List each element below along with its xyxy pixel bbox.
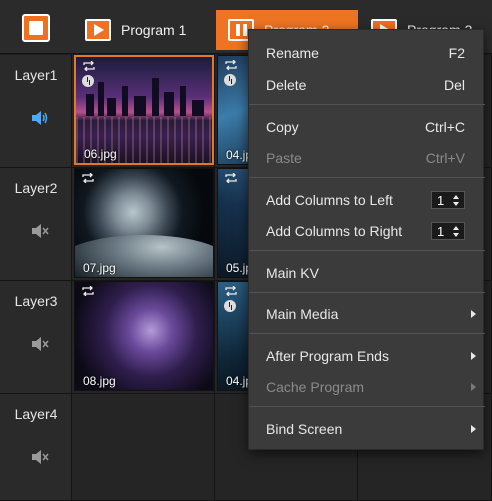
- spinbox-value: 1: [437, 224, 445, 239]
- loop-icon: [82, 286, 94, 296]
- menu-item-add-columns-left[interactable]: Add Columns to Left 1: [249, 185, 485, 215]
- menu-item-shortcut: Del: [443, 77, 465, 93]
- layer-row-2-header[interactable]: Layer2: [0, 168, 72, 281]
- stop-button[interactable]: [22, 14, 50, 42]
- layer-row-3-header[interactable]: Layer3: [0, 281, 72, 394]
- layer-3-cell-1[interactable]: 08.jpg: [72, 281, 215, 394]
- submenu-arrow-icon: [471, 310, 476, 318]
- menu-item-label: Bind Screen: [266, 421, 343, 437]
- menu-item-label: Main KV: [266, 265, 319, 281]
- spin-up-icon[interactable]: [453, 226, 459, 230]
- clip-name: 08.jpg: [83, 374, 116, 388]
- volume-on-icon[interactable]: [31, 111, 49, 125]
- clip-thumbnail[interactable]: 06.jpg: [74, 55, 214, 165]
- menu-item-bind-screen[interactable]: Bind Screen: [249, 414, 485, 444]
- menu-item-main-media[interactable]: Main Media: [249, 299, 485, 329]
- menu-item-label: Main Media: [266, 306, 339, 322]
- tab-program-1[interactable]: Program 1: [73, 10, 215, 50]
- clip-name: 07.jpg: [83, 261, 116, 275]
- layer-4-cell-1[interactable]: [72, 394, 215, 501]
- menu-item-add-columns-right[interactable]: Add Columns to Right 1: [249, 216, 485, 246]
- spinbox-value: 1: [437, 193, 445, 208]
- layer-row-4-header[interactable]: Layer4: [0, 394, 72, 501]
- menu-separator: [249, 292, 485, 293]
- menu-item-shortcut: Ctrl+V: [425, 150, 465, 166]
- loop-icon: [225, 60, 237, 70]
- columns-right-spinbox[interactable]: 1: [431, 222, 465, 240]
- layer-1-cell-1[interactable]: 06.jpg: [72, 55, 215, 168]
- menu-item-label: Delete: [266, 77, 307, 93]
- menu-item-label: Rename: [266, 45, 319, 61]
- menu-separator: [249, 406, 485, 407]
- menu-item-cache-program: Cache Program: [249, 372, 485, 402]
- menu-item-copy[interactable]: Copy Ctrl+C: [249, 112, 485, 142]
- clip-thumbnail[interactable]: 08.jpg: [74, 281, 214, 391]
- clock-icon: [224, 300, 236, 312]
- menu-separator: [249, 177, 485, 178]
- stop-icon: [29, 21, 43, 35]
- play-icon: [85, 19, 111, 41]
- layer-name: Layer4: [14, 406, 58, 422]
- clock-icon: [224, 74, 236, 86]
- layer-name: Layer3: [14, 293, 58, 309]
- menu-item-delete[interactable]: Delete Del: [249, 70, 485, 100]
- loop-icon: [225, 173, 237, 183]
- menu-item-label: Add Columns to Left: [266, 192, 393, 208]
- menu-item-label: Add Columns to Right: [266, 223, 403, 239]
- clip-thumbnail[interactable]: 07.jpg: [74, 168, 214, 278]
- columns-left-spinbox[interactable]: 1: [431, 191, 465, 209]
- tab-label: Program 1: [121, 22, 187, 38]
- menu-item-rename[interactable]: Rename F2: [249, 38, 485, 68]
- menu-separator: [249, 333, 485, 334]
- menu-item-shortcut: F2: [448, 45, 465, 61]
- layer-name: Layer1: [14, 67, 58, 83]
- loop-icon: [83, 61, 95, 71]
- layer-row-1-header[interactable]: Layer1: [0, 55, 72, 168]
- volume-muted-icon[interactable]: [31, 337, 49, 351]
- menu-separator: [249, 250, 485, 251]
- spin-down-icon[interactable]: [453, 202, 459, 206]
- menu-item-paste: Paste Ctrl+V: [249, 143, 485, 173]
- volume-muted-icon[interactable]: [31, 450, 49, 464]
- menu-item-label: Cache Program: [266, 379, 365, 395]
- menu-item-shortcut: Ctrl+C: [424, 119, 465, 135]
- submenu-arrow-icon: [471, 425, 476, 433]
- menu-item-after-program-ends[interactable]: After Program Ends: [249, 341, 485, 371]
- menu-item-main-kv[interactable]: Main KV: [249, 258, 485, 288]
- menu-item-label: Paste: [266, 150, 302, 166]
- menu-item-label: Copy: [266, 119, 299, 135]
- clip-name: 06.jpg: [84, 147, 117, 161]
- submenu-arrow-icon: [471, 383, 476, 391]
- submenu-arrow-icon: [471, 352, 476, 360]
- loop-icon: [225, 286, 237, 296]
- loop-icon: [82, 173, 94, 183]
- spin-down-icon[interactable]: [453, 233, 459, 237]
- clock-icon: [82, 75, 94, 87]
- context-menu: Rename F2 Delete Del Copy Ctrl+C Paste C…: [248, 29, 485, 450]
- menu-item-label: After Program Ends: [266, 348, 389, 364]
- layer-name: Layer2: [14, 180, 58, 196]
- menu-separator: [249, 104, 485, 105]
- spin-up-icon[interactable]: [453, 195, 459, 199]
- layer-2-cell-1[interactable]: 07.jpg: [72, 168, 215, 281]
- volume-muted-icon[interactable]: [31, 224, 49, 238]
